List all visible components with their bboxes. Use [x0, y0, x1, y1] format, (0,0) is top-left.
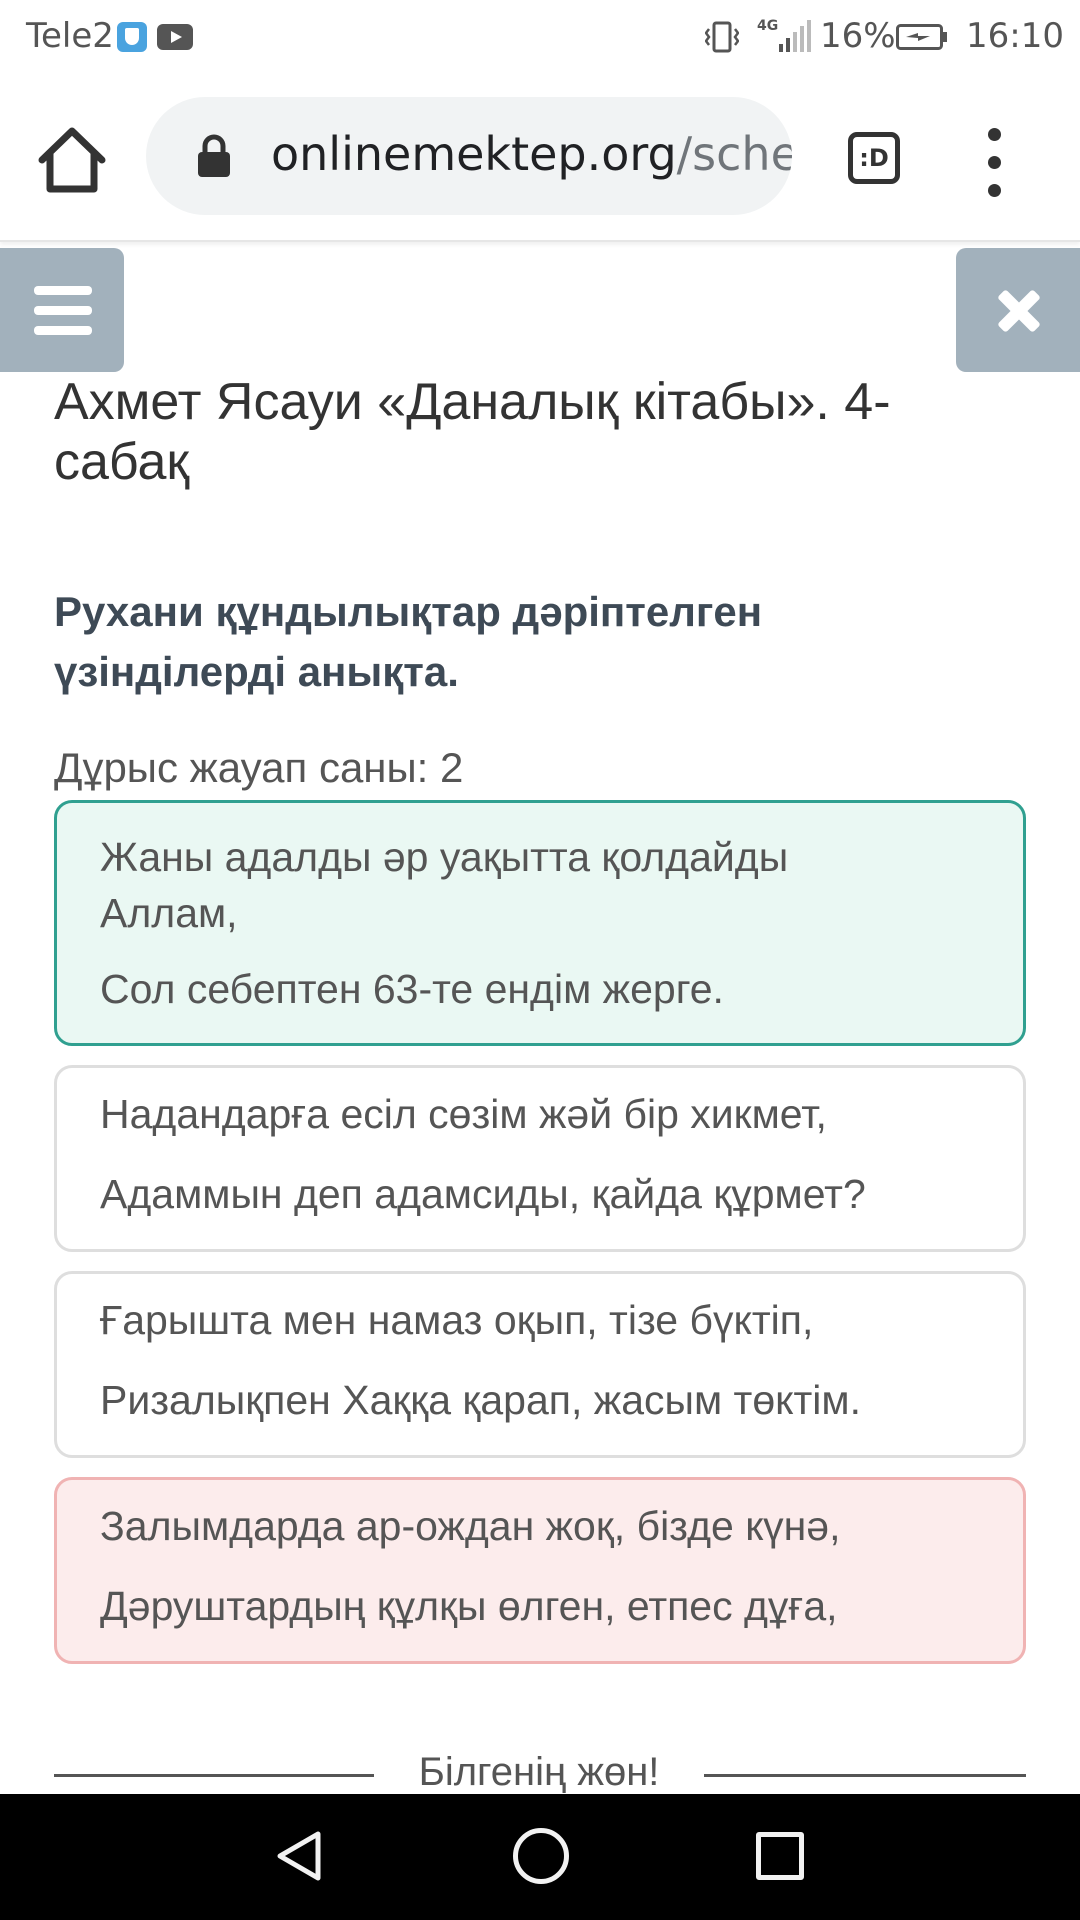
hamburger-bar: [34, 306, 92, 315]
carrier-name: Tele2: [26, 16, 114, 56]
menu-dot: [988, 128, 1001, 141]
menu-dots-button[interactable]: [980, 128, 1010, 198]
hamburger-bar: [34, 286, 92, 295]
url-domain: onlinemektep.org: [271, 127, 677, 181]
option-line: Надандарға есіл сөзім жәй бір хикмет,: [100, 1091, 827, 1137]
battery-charging-icon: [896, 24, 947, 50]
hamburger-menu-button[interactable]: [0, 248, 124, 372]
answer-option[interactable]: Ғарышта мен намаз оқып, тізе бүктіп, Риз…: [54, 1271, 1026, 1458]
option-line: Ғарышта мен намаз оқып, тізе бүктіп,: [100, 1297, 814, 1343]
hamburger-bar: [34, 326, 92, 335]
vibrate-icon: [705, 21, 739, 53]
home-button[interactable]: [34, 122, 110, 198]
lesson-title: Ахмет Ясауи «Даналық кітабы». 4-сабақ: [54, 373, 891, 491]
browser-toolbar: onlinemektep.org/sche :D: [0, 78, 1080, 242]
menu-dot: [988, 156, 1001, 169]
url-path: /sche: [676, 127, 792, 181]
menu-dot: [988, 184, 1001, 197]
battery-percentage: 16%: [820, 16, 896, 56]
shield-icon: [117, 22, 147, 52]
status-bar: Tele2 4G 16% 16:10: [0, 0, 1080, 78]
option-line: Сол себептен 63-те ендім жерге.: [100, 966, 724, 1012]
answer-option-wrong[interactable]: Залымдарда ар-ождан жоқ, бізде күнә, Дәр…: [54, 1477, 1026, 1664]
tab-switcher-button[interactable]: :D: [848, 132, 900, 184]
answer-option-correct[interactable]: Жаны адалды әр уақытта қолдайды Аллам, С…: [54, 800, 1026, 1046]
recents-square-icon[interactable]: [756, 1832, 804, 1880]
option-line: Адаммын деп адамсиды, қайда құрмет?: [100, 1171, 866, 1217]
home-circle-icon[interactable]: [513, 1828, 569, 1884]
divider-line: [704, 1774, 1026, 1777]
address-bar[interactable]: onlinemektep.org/sche: [146, 97, 792, 215]
answer-option[interactable]: Надандарға есіл сөзім жәй бір хикмет, Ад…: [54, 1065, 1026, 1252]
back-triangle-icon[interactable]: [270, 1826, 330, 1886]
network-type: 4G: [757, 18, 778, 34]
section-divider-label: Білгенің жөн!: [418, 1750, 660, 1794]
system-navigation-bar: [0, 1794, 1080, 1920]
home-icon: [38, 127, 106, 193]
question-text: Рухани құндылықтар дәріптелген үзінділер…: [54, 588, 763, 695]
close-button[interactable]: [956, 248, 1080, 372]
option-line: Залымдарда ар-ождан жоқ, бізде күнә,: [100, 1503, 841, 1549]
url-text: onlinemektep.org/sche: [271, 127, 792, 181]
youtube-icon: [157, 24, 193, 50]
divider-line: [54, 1774, 374, 1777]
signal-icon: 4G: [757, 18, 811, 52]
option-line: Ризалықпен Хаққа қарап, жасым төктім.: [100, 1377, 861, 1423]
clock: 16:10: [966, 16, 1064, 56]
answer-count: Дұрыс жауап саны: 2: [54, 744, 464, 791]
option-line: Дәруштардың құлқы өлген, етпес дұға,: [100, 1583, 838, 1629]
option-line: Жаны адалды әр уақытта қолдайды Аллам,: [100, 834, 789, 936]
lock-icon: [198, 134, 230, 177]
